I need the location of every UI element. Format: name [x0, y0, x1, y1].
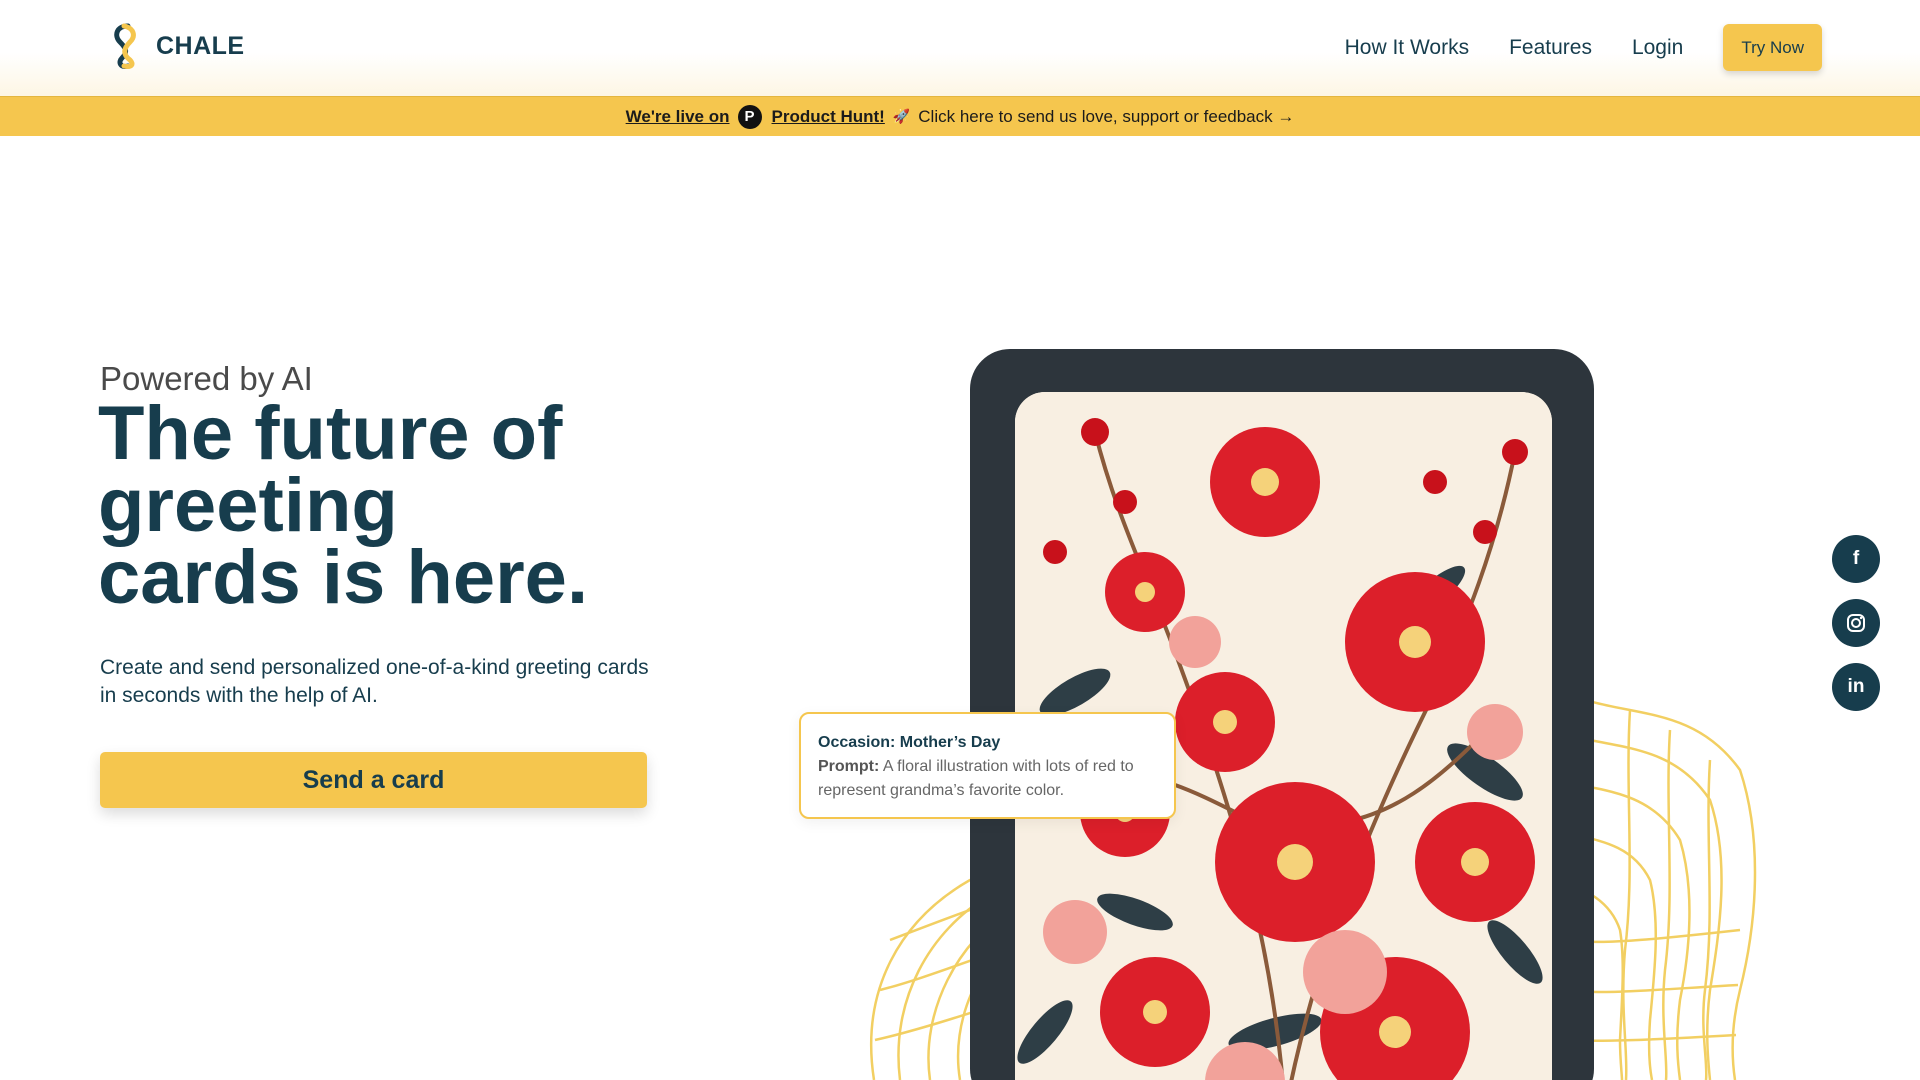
- instagram-icon[interactable]: [1832, 599, 1880, 647]
- main-nav: How It Works Features Login Try Now: [1345, 24, 1822, 71]
- hero-subtitle: Create and send personalized one-of-a-ki…: [100, 656, 649, 707]
- hero-title-line: greeting: [98, 463, 398, 548]
- prompt-example-box: Occasion: Mother’s Day Prompt: A floral …: [799, 712, 1176, 819]
- site-header: CHALE How It Works Features Login Try No…: [0, 0, 1920, 96]
- send-card-button[interactable]: Send a card: [100, 752, 647, 808]
- linkedin-icon[interactable]: in: [1832, 663, 1880, 711]
- prompt-line: Prompt: A floral illustration with lots …: [818, 755, 1158, 803]
- instagram-glyph-icon: [1847, 614, 1865, 632]
- rocket-icon: 🚀: [892, 108, 911, 124]
- logo-text: CHALE: [156, 31, 245, 60]
- nav-features[interactable]: Features: [1509, 36, 1592, 60]
- product-hunt-icon: P: [737, 104, 762, 129]
- prompt-label: Prompt:: [818, 758, 880, 775]
- chale-logo-icon: [114, 23, 136, 69]
- hero-title-line: The future of: [98, 391, 563, 476]
- banner-message[interactable]: Click here to send us love, support or f…: [918, 107, 1294, 127]
- banner-live-text: We're live on: [625, 106, 730, 126]
- facebook-icon[interactable]: f: [1832, 535, 1880, 583]
- product-hunt-banner[interactable]: We're live on P Product Hunt! 🚀 Click he…: [0, 96, 1920, 136]
- logo[interactable]: CHALE: [110, 22, 245, 70]
- hero-title: The future of greeting cards is here.: [98, 391, 718, 620]
- banner-product-hunt-link[interactable]: Product Hunt!: [772, 107, 885, 127]
- nav-login[interactable]: Login: [1632, 36, 1683, 60]
- nav-how-it-works[interactable]: How It Works: [1345, 36, 1469, 60]
- social-links: f in: [1832, 535, 1880, 727]
- hero-title-line: cards is here.: [98, 535, 589, 620]
- try-now-button[interactable]: Try Now: [1723, 24, 1822, 71]
- occasion-label: Occasion: Mother’s Day: [818, 734, 1001, 751]
